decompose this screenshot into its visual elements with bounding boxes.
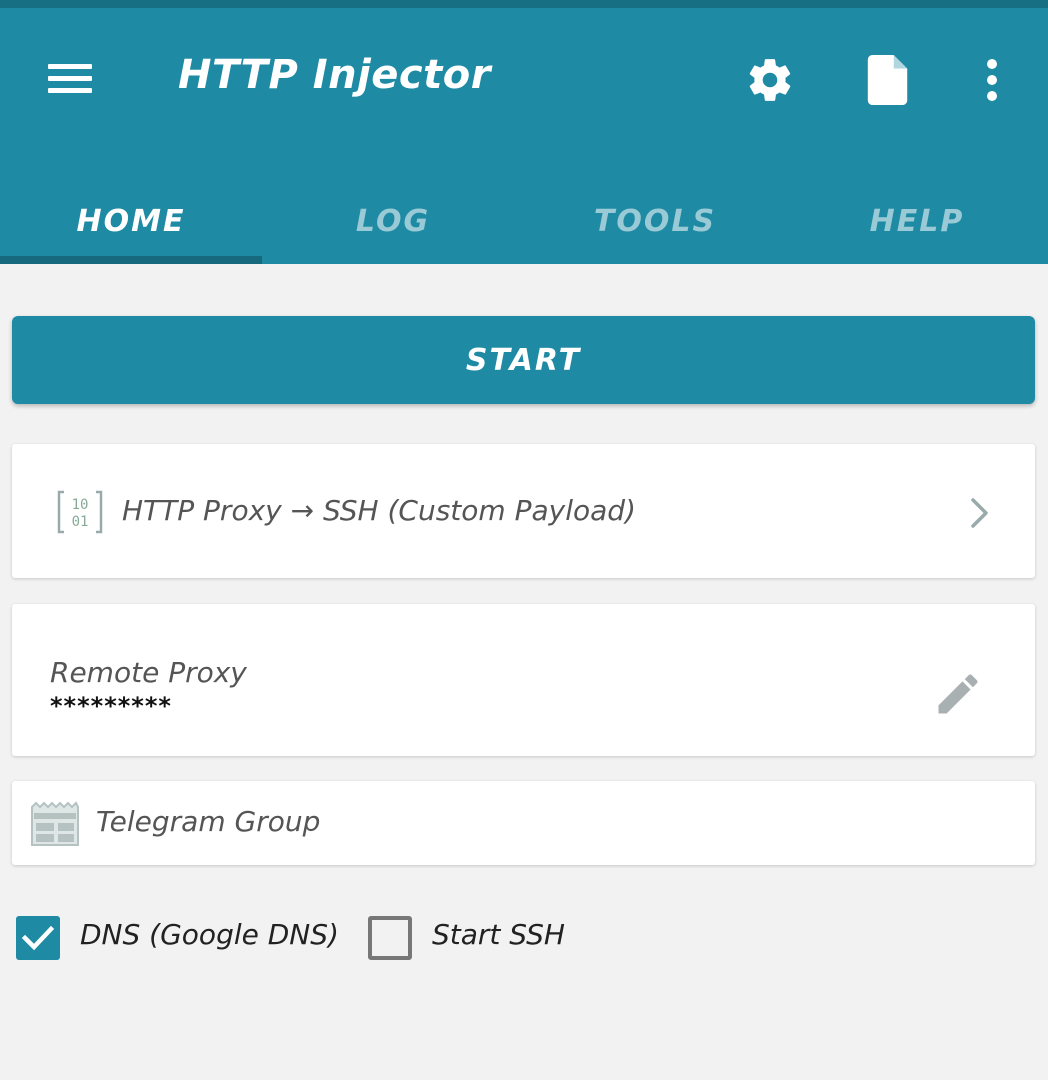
tab-help[interactable]: HELP [786, 178, 1048, 264]
document-icon[interactable] [858, 50, 918, 110]
remote-proxy-card[interactable]: Remote Proxy ********* [12, 604, 1035, 756]
start-ssh-checkbox-label[interactable]: Start SSH [432, 918, 565, 951]
start-button[interactable]: START [12, 316, 1035, 404]
dns-checkbox-label[interactable]: DNS (Google DNS) [80, 918, 339, 951]
svg-text:10: 10 [72, 497, 89, 513]
pencil-icon[interactable] [932, 668, 984, 720]
menu-icon[interactable] [44, 60, 96, 96]
remote-proxy-label: Remote Proxy [50, 656, 247, 689]
start-ssh-checkbox[interactable] [368, 916, 412, 960]
binary-icon: 10 01 [56, 488, 104, 536]
tab-bar: HOME LOG TOOLS HELP [0, 178, 1048, 264]
chevron-right-icon [968, 496, 992, 530]
dns-checkbox[interactable] [16, 916, 60, 960]
telegram-group-card[interactable]: Telegram Group [12, 781, 1035, 865]
tab-home[interactable]: HOME [0, 178, 262, 264]
options-row: DNS (Google DNS) Start SSH [16, 914, 716, 960]
tunnel-mode-card[interactable]: 10 01 HTTP Proxy → SSH (Custom Payload) [12, 444, 1035, 578]
app-bar: HTTP Injector HOME LOG TOOLS HELP [0, 8, 1048, 264]
remote-proxy-value: ********* [50, 692, 172, 720]
tab-tools[interactable]: TOOLS [524, 178, 786, 264]
status-bar [0, 0, 1048, 8]
newspaper-icon [30, 801, 80, 847]
more-vert-icon[interactable] [962, 50, 1022, 110]
tunnel-mode-label: HTTP Proxy → SSH (Custom Payload) [122, 494, 636, 527]
telegram-group-label: Telegram Group [96, 805, 321, 838]
active-tab-indicator [0, 256, 262, 264]
svg-text:01: 01 [72, 514, 89, 530]
gear-icon[interactable] [740, 50, 800, 110]
tab-log[interactable]: LOG [262, 178, 524, 264]
app-title: HTTP Injector [178, 52, 491, 98]
